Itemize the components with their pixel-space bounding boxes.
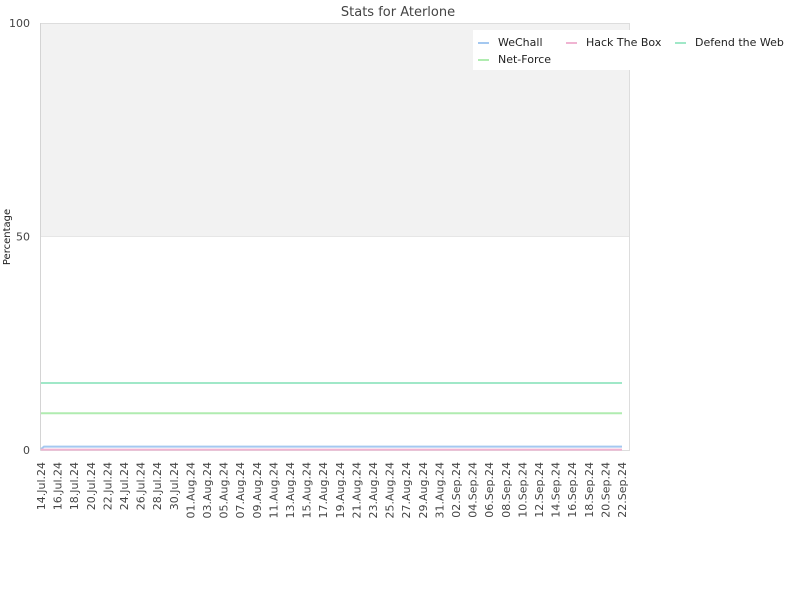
line-chart: Stats for Aterlone 0 50 100 Percentage 14.… bbox=[2, 5, 800, 518]
x-tick-label: 06.Sep.24 bbox=[483, 462, 496, 518]
legend: WeChall Hack The Box Defend the Web Net-For… bbox=[473, 30, 800, 70]
x-tick-label: 13.Aug.24 bbox=[284, 462, 297, 518]
x-tick-label: 14.Jul.24 bbox=[35, 462, 48, 510]
x-tick-label: 18.Sep.24 bbox=[583, 462, 596, 518]
x-tick-label: 30.Jul.24 bbox=[168, 462, 181, 510]
legend-label-wechall: WeChall bbox=[498, 36, 543, 49]
x-tick-label: 16.Sep.24 bbox=[566, 462, 579, 518]
x-tick-label: 24.Jul.24 bbox=[118, 462, 131, 510]
y-tick-label: 0 bbox=[23, 444, 30, 457]
legend-label-hack-the-box: Hack The Box bbox=[586, 36, 662, 49]
x-tick-label: 04.Sep.24 bbox=[467, 462, 480, 518]
x-tick-label: 25.Aug.24 bbox=[384, 462, 397, 518]
x-tick-label: 17.Aug.24 bbox=[317, 462, 330, 518]
x-tick-label: 27.Aug.24 bbox=[400, 462, 413, 518]
legend-label-defend-the-web: Defend the Web bbox=[695, 36, 784, 49]
legend-label-net-force: Net-Force bbox=[498, 53, 551, 66]
x-tick-label: 10.Sep.24 bbox=[516, 462, 529, 518]
y-tick-label: 50 bbox=[16, 231, 30, 244]
x-axis-ticks: 14.Jul.24 16.Jul.24 18.Jul.24 20.Jul.24 22.J… bbox=[35, 462, 629, 518]
x-tick-label: 29.Aug.24 bbox=[417, 462, 430, 518]
x-tick-label: 16.Jul.24 bbox=[52, 462, 65, 510]
x-tick-label: 23.Aug.24 bbox=[367, 462, 380, 518]
x-tick-label: 11.Aug.24 bbox=[267, 462, 280, 518]
x-tick-label: 14.Sep.24 bbox=[550, 462, 563, 518]
x-tick-label: 20.Sep.24 bbox=[599, 462, 612, 518]
x-tick-label: 07.Aug.24 bbox=[234, 462, 247, 518]
y-axis-label: Percentage bbox=[2, 209, 13, 265]
x-tick-label: 21.Aug.24 bbox=[350, 462, 363, 518]
chart-title: Stats for Aterlone bbox=[341, 5, 455, 20]
x-tick-label: 31.Aug.24 bbox=[433, 462, 446, 518]
x-tick-label: 08.Sep.24 bbox=[500, 462, 513, 518]
x-tick-label: 20.Jul.24 bbox=[85, 462, 98, 510]
x-tick-label: 03.Aug.24 bbox=[201, 462, 214, 518]
x-tick-label: 05.Aug.24 bbox=[218, 462, 231, 518]
x-tick-label: 18.Jul.24 bbox=[68, 462, 81, 510]
x-tick-label: 01.Aug.24 bbox=[184, 462, 197, 518]
plot-band-lower bbox=[40, 236, 630, 450]
y-tick-label: 100 bbox=[9, 17, 30, 30]
x-tick-label: 22.Sep.24 bbox=[616, 462, 629, 518]
x-tick-label: 09.Aug.24 bbox=[251, 462, 264, 518]
x-tick-label: 15.Aug.24 bbox=[301, 462, 314, 518]
x-tick-label: 19.Aug.24 bbox=[334, 462, 347, 518]
x-tick-label: 12.Sep.24 bbox=[533, 462, 546, 518]
x-tick-label: 26.Jul.24 bbox=[135, 462, 148, 510]
x-tick-label: 28.Jul.24 bbox=[151, 462, 164, 510]
x-tick-label: 22.Jul.24 bbox=[101, 462, 114, 510]
x-tick-label: 02.Sep.24 bbox=[450, 462, 463, 518]
